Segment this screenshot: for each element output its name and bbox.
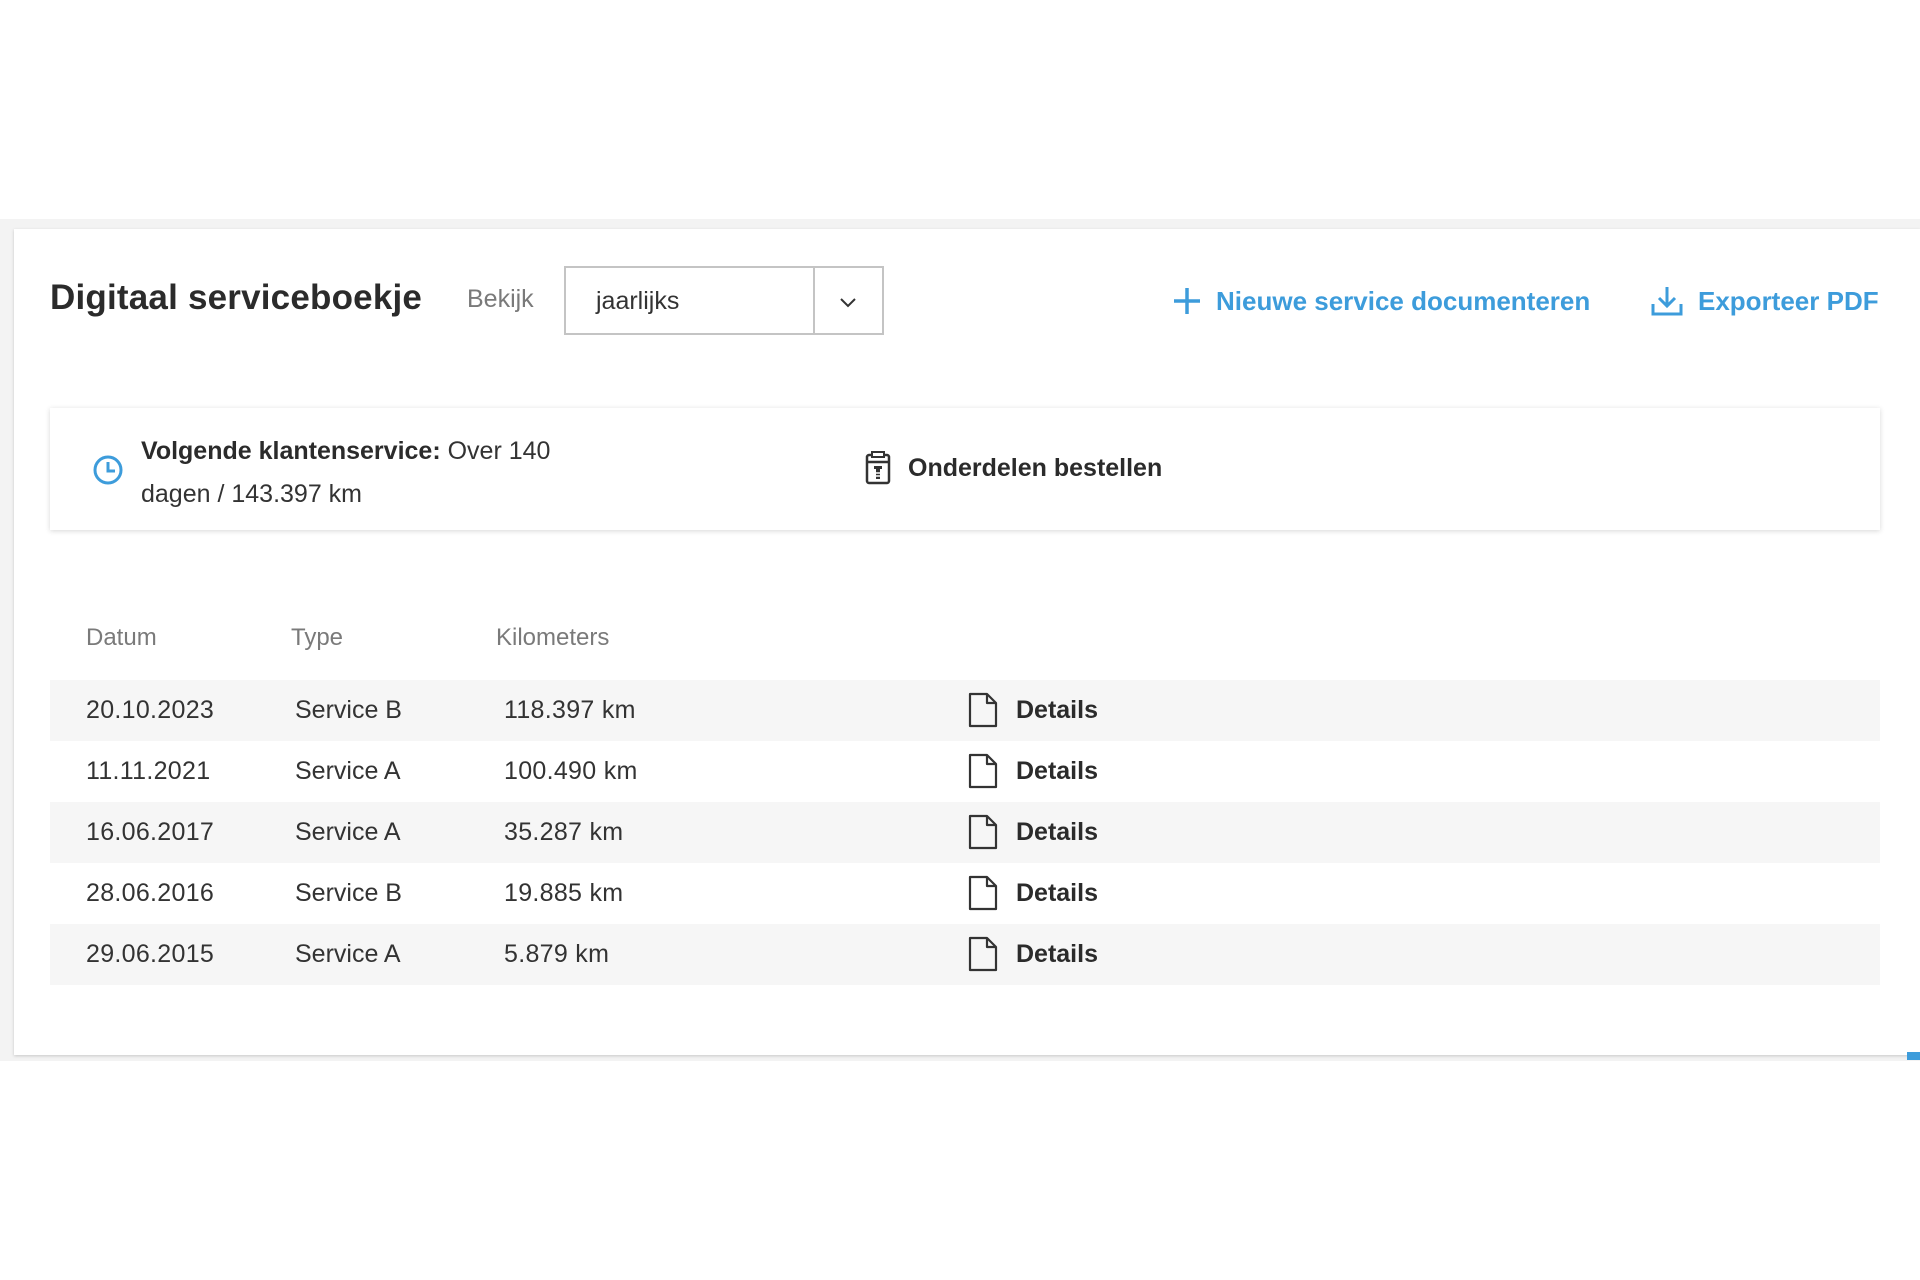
details-label: Details — [1016, 878, 1098, 907]
details-button[interactable]: Details — [968, 753, 1098, 789]
document-icon — [968, 875, 998, 911]
view-select[interactable]: jaarlijks — [564, 266, 884, 335]
row-date: 16.06.2017 — [86, 818, 215, 846]
column-header-type: Type — [291, 624, 344, 651]
details-button[interactable]: Details — [968, 875, 1098, 911]
row-type: Service A — [295, 940, 401, 968]
row-km: 118.397 km — [504, 696, 636, 724]
row-type: Service A — [295, 757, 401, 785]
next-service-value-line2: dagen / 143.397 km — [141, 480, 362, 508]
details-button[interactable]: Details — [968, 814, 1098, 850]
export-pdf-label: Exporteer PDF — [1698, 285, 1879, 316]
download-icon — [1651, 287, 1683, 316]
table-row: 29.06.2015 Service A 5.879 km Details — [50, 924, 1880, 985]
column-header-date: Datum — [86, 624, 157, 651]
row-km: 35.287 km — [504, 818, 624, 846]
document-icon — [968, 936, 998, 972]
row-type: Service B — [295, 696, 402, 724]
clock-icon — [93, 455, 123, 485]
table-row: 28.06.2016 Service B 19.885 km Details — [50, 863, 1880, 924]
export-pdf-button[interactable]: Exporteer PDF — [1650, 283, 1879, 319]
new-service-label: Nieuwe service documenteren — [1216, 285, 1591, 316]
document-icon — [968, 692, 998, 728]
next-service-label: Volgende klantenservice: — [141, 437, 441, 465]
view-label: Bekijk — [467, 285, 534, 313]
next-service-text: Volgende klantenservice: Over 140 dagen … — [141, 430, 641, 516]
column-header-km: Kilometers — [496, 624, 610, 651]
next-service-box: Volgende klantenservice: Over 140 dagen … — [50, 408, 1880, 530]
service-table: 20.10.2023 Service B 118.397 km Details … — [50, 680, 1880, 985]
document-icon — [968, 753, 998, 789]
row-date: 11.11.2021 — [86, 757, 211, 785]
table-header: Datum Type Kilometers — [50, 624, 1880, 660]
row-date: 28.06.2016 — [86, 879, 215, 907]
details-label: Details — [1016, 695, 1098, 724]
row-date: 20.10.2023 — [86, 696, 215, 724]
plus-icon — [1174, 288, 1200, 314]
details-label: Details — [1016, 817, 1098, 846]
view-select-value: jaarlijks — [596, 287, 680, 315]
details-label: Details — [1016, 939, 1098, 968]
details-button[interactable]: Details — [968, 692, 1098, 728]
new-service-button[interactable]: Nieuwe service documenteren — [1172, 283, 1590, 319]
page-title: Digitaal serviceboekje — [50, 278, 423, 317]
order-parts-button[interactable]: Onderdelen bestellen — [865, 451, 1162, 485]
parts-list-icon — [865, 451, 891, 485]
row-km: 5.879 km — [504, 940, 610, 968]
corner-marker — [1907, 1052, 1920, 1060]
row-type: Service A — [295, 818, 401, 846]
table-row: 16.06.2017 Service A 35.287 km Details — [50, 802, 1880, 863]
document-icon — [968, 814, 998, 850]
select-divider — [813, 268, 815, 333]
details-label: Details — [1016, 756, 1098, 785]
row-km: 19.885 km — [504, 879, 624, 907]
details-button[interactable]: Details — [968, 936, 1098, 972]
chevron-down-icon — [840, 298, 856, 308]
order-parts-label: Onderdelen bestellen — [908, 453, 1163, 482]
row-type: Service B — [295, 879, 402, 907]
table-row: 11.11.2021 Service A 100.490 km Details — [50, 741, 1880, 802]
table-row: 20.10.2023 Service B 118.397 km Details — [50, 680, 1880, 741]
row-date: 29.06.2015 — [86, 940, 215, 968]
row-km: 100.490 km — [504, 757, 638, 785]
next-service-value-line1: Over 140 — [447, 437, 551, 465]
